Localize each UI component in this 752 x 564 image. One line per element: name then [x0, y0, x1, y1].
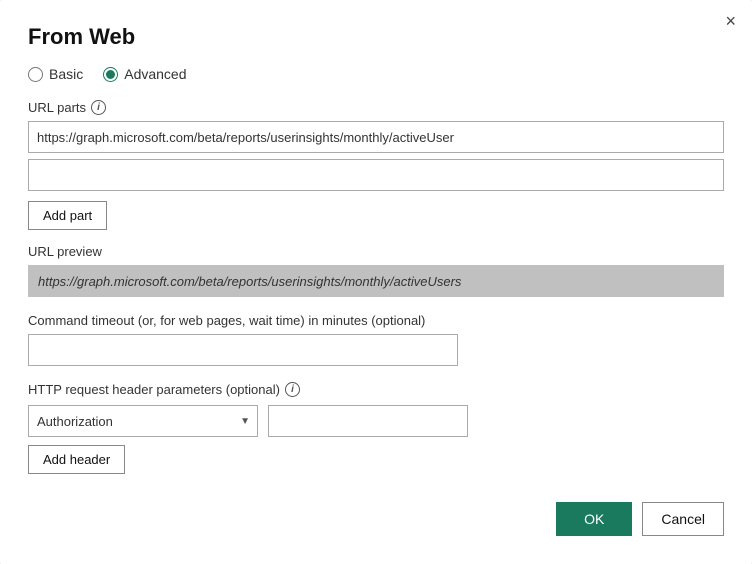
url-preview-label: URL preview	[28, 244, 724, 259]
basic-radio-text: Basic	[49, 66, 83, 82]
close-button[interactable]: ×	[725, 12, 736, 30]
url-parts-input-2[interactable]	[28, 159, 724, 191]
from-web-dialog: × From Web Basic Advanced URL parts i Ad…	[0, 0, 752, 564]
basic-radio-label[interactable]: Basic	[28, 66, 83, 82]
http-header-info-icon[interactable]: i	[285, 382, 300, 397]
header-row: Authorization Content-Type Accept Cache-…	[28, 405, 724, 437]
command-timeout-input[interactable]	[28, 334, 458, 366]
basic-radio[interactable]	[28, 67, 43, 82]
url-parts-info-icon[interactable]: i	[91, 100, 106, 115]
advanced-radio[interactable]	[103, 67, 118, 82]
url-preview-box: https://graph.microsoft.com/beta/reports…	[28, 265, 724, 297]
http-header-label: HTTP request header parameters (optional…	[28, 382, 724, 397]
command-timeout-label: Command timeout (or, for web pages, wait…	[28, 313, 724, 328]
advanced-radio-text: Advanced	[124, 66, 186, 82]
url-parts-label: URL parts i	[28, 100, 724, 115]
header-select-wrap: Authorization Content-Type Accept Cache-…	[28, 405, 258, 437]
advanced-radio-label[interactable]: Advanced	[103, 66, 186, 82]
ok-button[interactable]: OK	[556, 502, 632, 536]
add-part-button[interactable]: Add part	[28, 201, 107, 230]
add-header-button[interactable]: Add header	[28, 445, 125, 474]
url-parts-input-1[interactable]	[28, 121, 724, 153]
dialog-title: From Web	[28, 24, 724, 50]
header-value-input[interactable]	[268, 405, 468, 437]
cancel-button[interactable]: Cancel	[642, 502, 724, 536]
footer-buttons: OK Cancel	[28, 502, 724, 536]
header-name-select[interactable]: Authorization Content-Type Accept Cache-…	[28, 405, 258, 437]
mode-radio-group: Basic Advanced	[28, 66, 724, 82]
